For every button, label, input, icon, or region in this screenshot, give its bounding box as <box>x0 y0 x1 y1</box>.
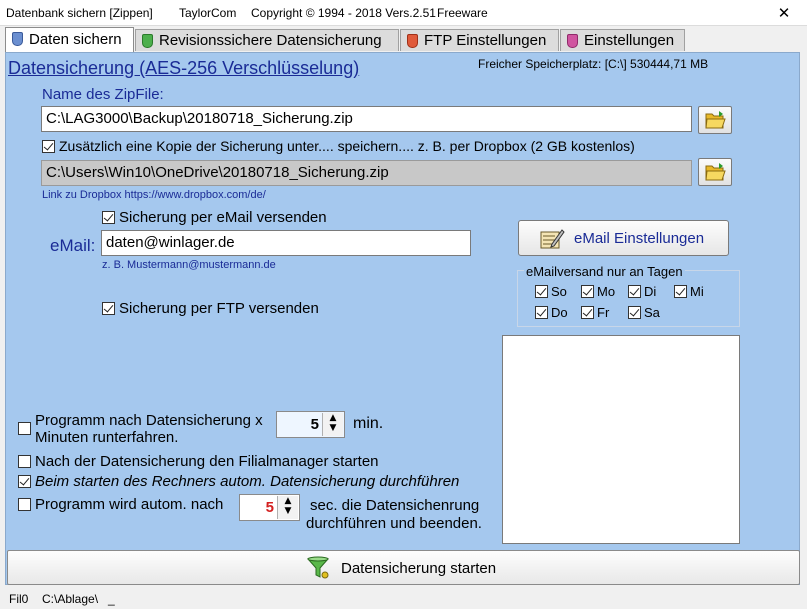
day-label-sa: Sa <box>644 305 660 320</box>
shutdown-minutes-spinner[interactable]: 5 ▲ ▼ <box>276 411 345 438</box>
email-settings-button[interactable]: eMail Einstellungen <box>518 220 729 256</box>
spinner-arrows-icon[interactable]: ▲ ▼ <box>277 496 298 519</box>
red-doc-icon <box>407 34 418 48</box>
clipboard-icon <box>12 32 23 46</box>
license-text: Freeware <box>437 6 488 20</box>
copy-checkbox[interactable] <box>42 140 55 153</box>
day-checkbox-do[interactable] <box>535 306 548 319</box>
spinner-value: 5 <box>265 499 274 516</box>
email-settings-label: eMail Einstellungen <box>574 230 705 247</box>
tab-ftp-einstellungen[interactable]: FTP Einstellungen <box>400 29 559 51</box>
window-title: Datenbank sichern [Zippen] <box>6 6 153 20</box>
email-checkbox[interactable] <box>102 211 115 224</box>
tab-revisionssichere-datensicherung[interactable]: Revisionssichere Datensicherung <box>135 29 399 51</box>
close-icon: ✕ <box>777 4 791 22</box>
day-label-fr: Fr <box>597 305 610 320</box>
auto-program-suffix-line1: sec. die Datensichenrung <box>310 497 480 514</box>
zip-file-label: Name des ZipFile: <box>42 86 164 103</box>
email-days-title: eMailversand nur an Tagen <box>524 264 685 279</box>
day-label-di: Di <box>644 284 657 299</box>
shutdown-label-line2: Minuten runterfahren. <box>35 429 179 446</box>
email-hint: z. B. Mustermann@mustermann.de <box>102 259 276 271</box>
browse-copy-button[interactable] <box>698 158 732 186</box>
day-checkbox-mi[interactable] <box>674 285 687 298</box>
day-label-do: Do <box>551 305 568 320</box>
filialmanager-checkbox[interactable] <box>18 455 31 468</box>
day-checkbox-fr[interactable] <box>581 306 594 319</box>
status-field-2: C:\Ablage\ <box>42 592 99 606</box>
email-checkbox-label: Sicherung per eMail versenden <box>119 209 327 226</box>
spinner-value: 5 <box>310 416 319 433</box>
zip-path-field[interactable]: C:\LAG3000\Backup\20180718_Sicherung.zip <box>41 106 692 132</box>
tab-einstellungen[interactable]: Einstellungen <box>560 29 685 51</box>
close-button[interactable]: ✕ <box>761 0 807 26</box>
start-backup-button[interactable]: Datensicherung starten <box>7 550 800 585</box>
autostart-checkbox[interactable] <box>18 475 31 488</box>
tab-label: FTP Einstellungen <box>424 32 547 49</box>
shutdown-label-line1: Programm nach Datensicherung x <box>35 412 263 429</box>
status-bar: Fil0 C:\Ablage\ _ <box>0 589 807 609</box>
auto-program-seconds-spinner[interactable]: 5 ▲ ▼ <box>239 494 300 521</box>
auto-program-checkbox[interactable] <box>18 498 31 511</box>
day-checkbox-sa[interactable] <box>628 306 641 319</box>
email-field[interactable]: daten@winlager.de <box>101 230 471 256</box>
copy-checkbox-label: Zusätzlich eine Kopie der Sicherung unte… <box>59 138 635 154</box>
status-field-1: Fil0 <box>9 592 29 606</box>
green-doc-icon <box>142 34 153 48</box>
copyright-text: Copyright © 1994 - 2018 Vers.2.51 <box>251 6 436 20</box>
tab-label: Revisionssichere Datensicherung <box>159 32 382 49</box>
day-checkbox-di[interactable] <box>628 285 641 298</box>
auto-program-label: Programm wird autom. nach <box>35 496 224 513</box>
tab-daten-sichern[interactable]: Daten sichern <box>5 27 134 52</box>
day-checkbox-mo[interactable] <box>581 285 594 298</box>
day-label-so: So <box>551 284 567 299</box>
tab-label: Daten sichern <box>29 31 122 48</box>
title-bar[interactable]: Datenbank sichern [Zippen] TaylorCom Cop… <box>0 0 807 26</box>
company-name: TaylorCom <box>179 6 237 20</box>
ftp-checkbox-label: Sicherung per FTP versenden <box>119 300 319 317</box>
folder-icon <box>705 111 726 129</box>
log-text-area[interactable] <box>502 335 740 544</box>
day-label-mi: Mi <box>690 284 704 299</box>
email-settings-icon <box>540 229 565 249</box>
shutdown-unit: min. <box>353 415 384 432</box>
email-label: eMail: <box>50 236 96 255</box>
shutdown-checkbox[interactable] <box>18 422 31 435</box>
folder-icon <box>705 163 726 181</box>
browse-zip-button[interactable] <box>698 106 732 134</box>
spinner-arrows-icon[interactable]: ▲ ▼ <box>322 413 343 436</box>
pink-doc-icon <box>567 34 578 48</box>
auto-program-suffix-line2: durchführen und beenden. <box>306 515 482 532</box>
ftp-checkbox[interactable] <box>102 302 115 315</box>
filialmanager-label: Nach der Datensicherung den Filialmanage… <box>35 453 379 470</box>
dropbox-link[interactable]: Link zu Dropbox https://www.dropbox.com/… <box>42 189 266 201</box>
autostart-label: Beim starten des Rechners autom. Datensi… <box>35 473 460 490</box>
start-backup-label: Datensicherung starten <box>341 560 497 577</box>
copy-path-field[interactable]: C:\Users\Win10\OneDrive\20180718_Sicheru… <box>41 160 692 186</box>
funnel-icon <box>306 556 330 579</box>
day-checkbox-so[interactable] <box>535 285 548 298</box>
tab-label: Einstellungen <box>584 32 675 49</box>
day-label-mo: Mo <box>597 284 616 299</box>
section-heading: Datensicherung (AES-256 Verschlüsselung) <box>8 58 360 78</box>
free-space-label: Freicher Speicherplatz: [C:\] 530444,71 … <box>478 57 709 71</box>
status-field-3: _ <box>108 592 115 606</box>
